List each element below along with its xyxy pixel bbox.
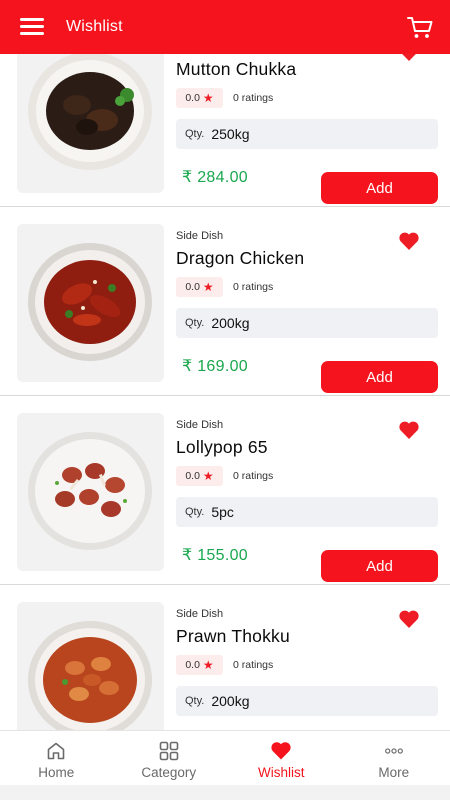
item-category: Side Dish: [176, 419, 224, 431]
ratings-count: 0 ratings: [233, 281, 274, 293]
heart-icon[interactable]: [398, 420, 420, 440]
bottom-navigation: Home Category Wishlist More: [0, 730, 450, 785]
quantity-field[interactable]: Qty. 5pc: [176, 497, 438, 527]
nav-label: Wishlist: [258, 765, 305, 780]
heart-icon[interactable]: [398, 231, 420, 251]
rating-value: 0.0: [185, 470, 200, 482]
rating-chip: 0.0 ★: [176, 466, 223, 486]
star-icon: ★: [202, 658, 214, 672]
more-dots-icon: [384, 748, 403, 754]
qty-value: 5pc: [211, 504, 234, 520]
item-name: Mutton Chukka: [176, 59, 297, 79]
nav-item-wishlist[interactable]: Wishlist: [225, 731, 338, 785]
item-category: Side Dish: [176, 230, 224, 242]
star-icon: ★: [202, 469, 214, 483]
quantity-field[interactable]: Qty. 200kg: [176, 308, 438, 338]
qty-label: Qty.: [185, 506, 205, 518]
nav-label: Home: [38, 765, 75, 780]
star-icon: ★: [202, 91, 214, 105]
page-title: Wishlist: [66, 18, 123, 35]
nav-item-home[interactable]: Home: [0, 731, 113, 785]
wishlist-item-card: Side Dish Prawn Thokku 0.0 ★ 0 ratings Qt…: [0, 585, 450, 730]
cart-icon[interactable]: [406, 14, 434, 42]
food-image-lollypop-65[interactable]: [17, 413, 164, 571]
item-price: ₹ 155.00: [182, 547, 248, 564]
quantity-field[interactable]: Qty. 200kg: [176, 686, 438, 716]
rating-chip: 0.0 ★: [176, 88, 223, 108]
qty-label: Qty.: [185, 695, 205, 707]
hamburger-menu-icon[interactable]: [20, 18, 44, 36]
star-icon: ★: [202, 280, 214, 294]
heart-icon: [271, 742, 291, 760]
rating-chip: 0.0 ★: [176, 277, 223, 297]
qty-label: Qty.: [185, 317, 205, 329]
wishlist-item-card: Side Dish Dragon Chicken 0.0 ★ 0 ratings …: [0, 207, 450, 396]
food-image-mutton-chukka[interactable]: [17, 54, 164, 193]
add-to-cart-button[interactable]: Add: [321, 172, 438, 204]
add-to-cart-button[interactable]: Add: [321, 361, 438, 393]
item-name: Dragon Chicken: [176, 248, 305, 268]
item-price: ₹ 169.00: [182, 358, 248, 375]
item-price: ₹ 284.00: [182, 169, 248, 186]
wishlist-item-card: Side Dish Lollypop 65 0.0 ★ 0 ratings Qty…: [0, 396, 450, 585]
item-name: Prawn Thokku: [176, 626, 290, 646]
heart-icon[interactable]: [398, 609, 420, 629]
rating-value: 0.0: [185, 92, 200, 104]
grid-icon: [159, 741, 179, 761]
ratings-count: 0 ratings: [233, 92, 274, 104]
nav-item-more[interactable]: More: [338, 731, 450, 785]
home-icon: [47, 742, 65, 760]
add-to-cart-button[interactable]: Add: [321, 550, 438, 582]
wishlist-item-card: Mutton Chukka 0.0 ★ 0 ratings Qty. 250kg ₹…: [0, 54, 450, 207]
item-name: Lollypop 65: [176, 437, 268, 457]
ratings-count: 0 ratings: [233, 470, 274, 482]
system-bar: [0, 785, 450, 800]
wishlist-scroll-area[interactable]: Mutton Chukka 0.0 ★ 0 ratings Qty. 250kg ₹…: [0, 54, 450, 730]
rating-value: 0.0: [185, 281, 200, 293]
rating-value: 0.0: [185, 659, 200, 671]
nav-label: Category: [141, 765, 197, 780]
item-category: Side Dish: [176, 608, 224, 620]
food-image-prawn-thokku[interactable]: [17, 602, 164, 730]
qty-value: 200kg: [211, 693, 250, 709]
heart-icon[interactable]: [398, 54, 420, 62]
qty-value: 250kg: [211, 126, 250, 142]
rating-chip: 0.0 ★: [176, 655, 223, 675]
quantity-field[interactable]: Qty. 250kg: [176, 119, 438, 149]
food-image-dragon-chicken[interactable]: [17, 224, 164, 382]
qty-value: 200kg: [211, 315, 250, 331]
ratings-count: 0 ratings: [233, 659, 274, 671]
nav-item-category[interactable]: Category: [113, 731, 226, 785]
qty-label: Qty.: [185, 128, 205, 140]
nav-label: More: [378, 765, 410, 780]
app-header: Wishlist: [0, 0, 450, 54]
